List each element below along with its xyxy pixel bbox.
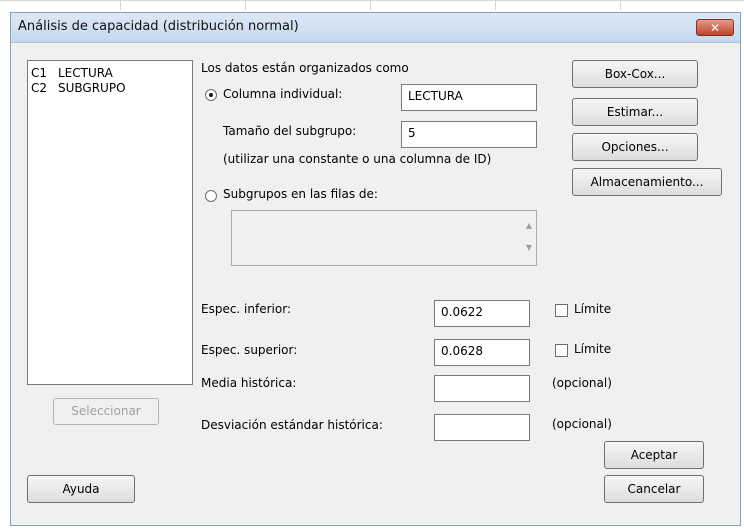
lower-spec-label: Espec. inferior: xyxy=(201,302,291,316)
historical-std-note: (opcional) xyxy=(552,417,612,431)
historical-std-input[interactable] xyxy=(434,414,530,441)
lower-limit-label: Límite xyxy=(574,302,612,316)
background-grid-tick xyxy=(495,0,496,10)
capability-analysis-dialog: Análisis de capacidad (distribución norm… xyxy=(10,12,741,526)
box-cox-button[interactable]: Box-Cox... xyxy=(572,60,698,88)
variable-id: C1 xyxy=(31,66,48,80)
variable-item-c2[interactable]: C2 SUBGRUPO xyxy=(31,81,126,95)
upper-spec-label: Espec. superior: xyxy=(201,343,298,357)
background-grid-line xyxy=(0,0,744,1)
select-button[interactable]: Seleccionar xyxy=(53,398,159,425)
lower-spec-input[interactable]: 0.0622 xyxy=(434,300,530,327)
upper-limit-checkbox[interactable] xyxy=(555,344,568,357)
data-org-heading: Los datos están organizados como xyxy=(201,61,409,75)
single-column-radio[interactable] xyxy=(205,89,217,101)
ok-button[interactable]: Aceptar xyxy=(604,441,704,469)
single-column-label: Columna individual: xyxy=(223,87,343,101)
variable-id: C2 xyxy=(31,81,48,95)
historical-mean-label: Media histórica: xyxy=(201,376,297,390)
historical-mean-note: (opcional) xyxy=(552,376,612,390)
storage-button[interactable]: Almacenamiento... xyxy=(572,168,722,196)
radio-selected-dot xyxy=(209,93,213,97)
upper-spec-input[interactable]: 0.0628 xyxy=(434,339,530,366)
historical-std-label: Desviación estándar histórica: xyxy=(201,418,383,432)
subgroups-rows-label: Subgrupos en las filas de: xyxy=(223,187,378,201)
cancel-button[interactable]: Cancelar xyxy=(604,475,704,503)
single-column-input[interactable]: LECTURA xyxy=(401,84,537,111)
subgroups-rows-input[interactable]: ▲ ▼ xyxy=(231,210,537,266)
variable-item-c1[interactable]: C1 LECTURA xyxy=(31,66,113,80)
scroll-up-icon[interactable]: ▲ xyxy=(526,221,532,230)
estimate-button[interactable]: Estimar... xyxy=(572,98,698,126)
background-grid-tick xyxy=(620,0,621,10)
subgroup-size-label: Tamaño del subgrupo: xyxy=(223,124,357,138)
subgroup-hint: (utilizar una constante o una columna de… xyxy=(223,152,492,166)
options-button[interactable]: Opciones... xyxy=(572,133,698,161)
subgroup-size-input[interactable]: 5 xyxy=(401,121,537,148)
background-grid-tick xyxy=(120,0,121,10)
subgroups-rows-radio[interactable] xyxy=(205,190,217,202)
background-grid-tick xyxy=(245,0,246,10)
variable-name: LECTURA xyxy=(58,66,113,80)
help-button[interactable]: Ayuda xyxy=(27,475,135,503)
dialog-title: Análisis de capacidad (distribución norm… xyxy=(18,19,299,34)
lower-limit-checkbox[interactable] xyxy=(555,304,568,317)
variable-list[interactable]: C1 LECTURA C2 SUBGRUPO xyxy=(27,60,193,385)
background-grid-tick xyxy=(370,0,371,10)
scroll-down-icon[interactable]: ▼ xyxy=(526,243,532,252)
upper-limit-label: Límite xyxy=(574,342,612,356)
variable-name: SUBGRUPO xyxy=(58,81,126,95)
historical-mean-input[interactable] xyxy=(434,375,530,402)
title-bar: Análisis de capacidad (distribución norm… xyxy=(11,13,740,43)
close-button[interactable]: ✕ xyxy=(696,19,734,36)
